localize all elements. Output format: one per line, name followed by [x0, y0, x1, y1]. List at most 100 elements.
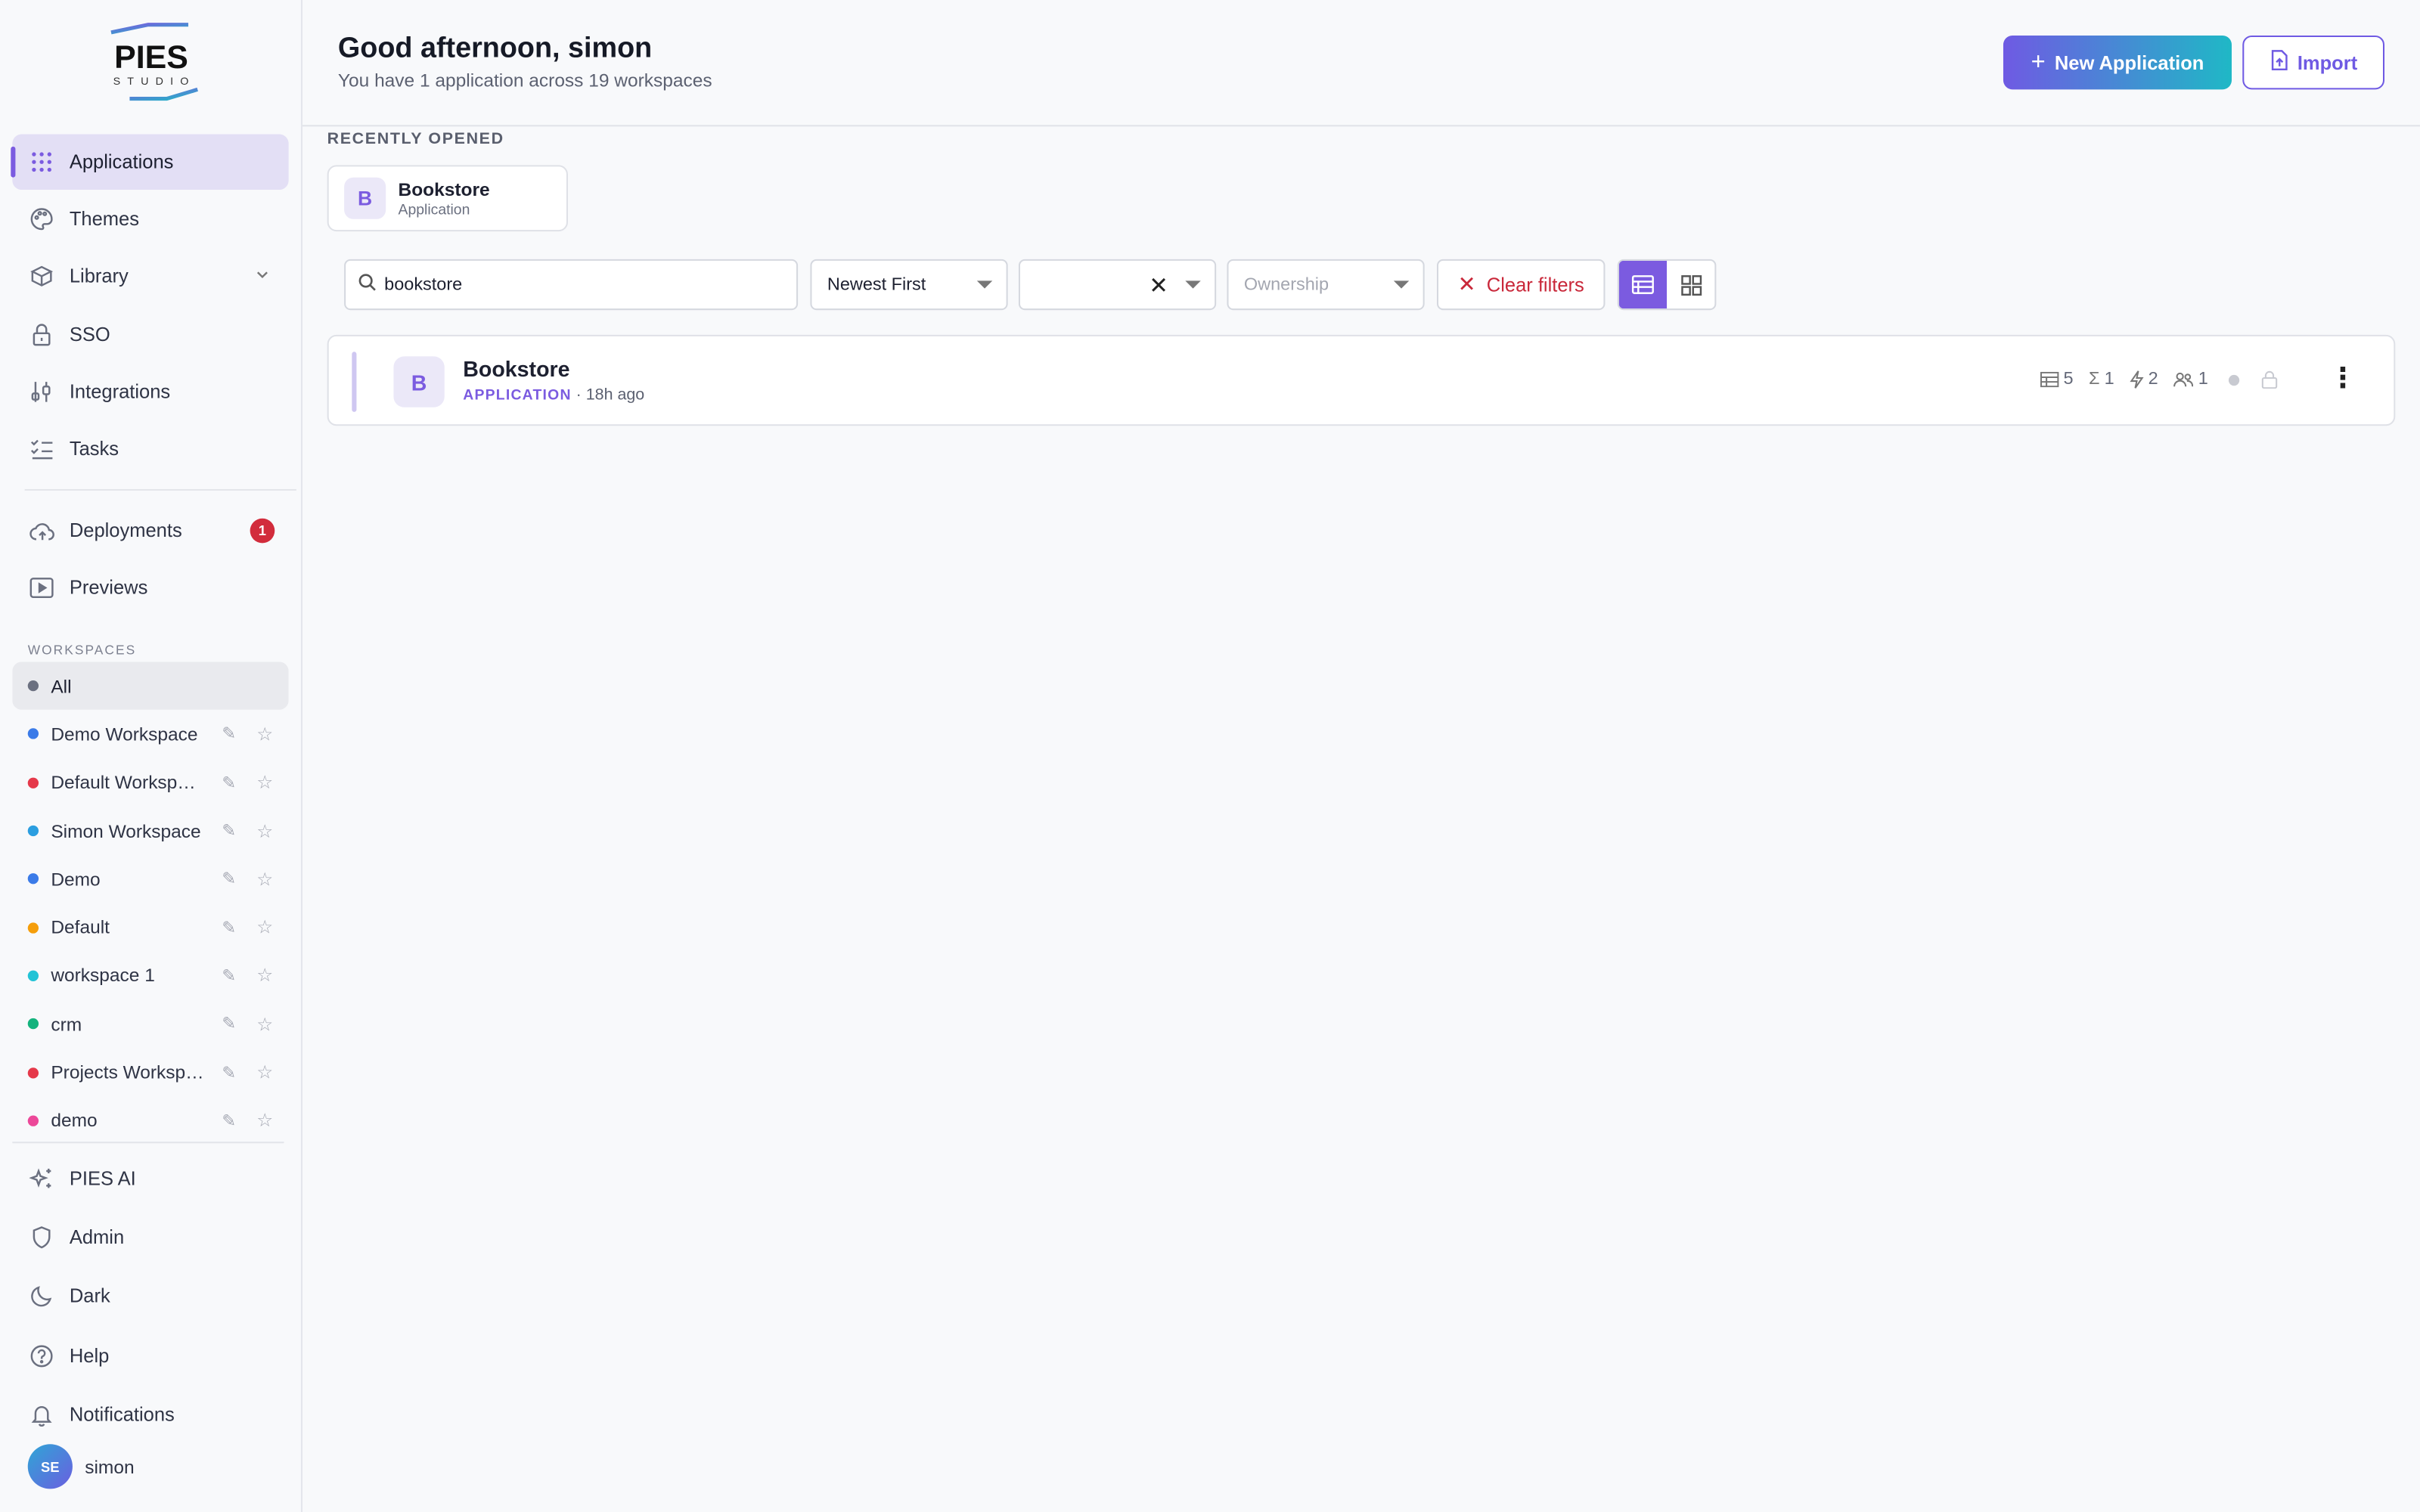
- star-icon[interactable]: ☆: [256, 820, 273, 842]
- list-view-button[interactable]: [1618, 260, 1668, 309]
- divider: [24, 488, 296, 491]
- recent-app-text: Bookstore Application: [399, 178, 490, 218]
- star-icon[interactable]: ☆: [256, 965, 273, 987]
- search-icon: [358, 271, 376, 299]
- clear-x-icon[interactable]: ✕: [1149, 271, 1168, 299]
- import-button[interactable]: Import: [2242, 35, 2385, 90]
- avatar: SE: [27, 1444, 73, 1489]
- pencil-icon[interactable]: ✎: [222, 724, 236, 744]
- user-profile[interactable]: SE simon: [27, 1444, 135, 1489]
- nav-applications[interactable]: Applications: [11, 134, 289, 191]
- workspace-color-dot: [27, 922, 39, 933]
- nav-previews[interactable]: Previews: [12, 560, 288, 615]
- stat-value: 5: [2063, 370, 2074, 389]
- workspace-color-dot: [27, 1115, 39, 1126]
- workspace-item[interactable]: demo ✎ ☆: [12, 1096, 288, 1131]
- workspace-name: Default: [51, 916, 110, 939]
- pencil-icon[interactable]: ✎: [222, 965, 236, 985]
- nav-label: Applications: [69, 150, 174, 173]
- workspace-item[interactable]: Default Workspace ✎ ☆: [12, 758, 288, 807]
- nav-library[interactable]: Library: [12, 249, 288, 304]
- workspace-item[interactable]: Projects Workspace ✎ ☆: [12, 1048, 288, 1096]
- preview-icon: [28, 574, 56, 602]
- workspace-item[interactable]: crm ✎ ☆: [12, 1000, 288, 1049]
- nav-label: Dark: [69, 1285, 110, 1308]
- pencil-icon[interactable]: ✎: [222, 1111, 236, 1130]
- chevron-down-icon[interactable]: [255, 266, 270, 288]
- recent-app-type: Application: [398, 201, 470, 218]
- main-content: Good afternoon, simon You have 1 applica…: [302, 0, 2420, 1512]
- view-toggle: [1617, 259, 1717, 311]
- workspace-color-dot: [27, 825, 39, 837]
- palette-icon: [28, 206, 56, 234]
- nav-admin[interactable]: Admin: [12, 1209, 288, 1266]
- pencil-icon[interactable]: ✎: [222, 821, 236, 841]
- workspace-name: demo: [51, 1109, 98, 1131]
- nav-notifications[interactable]: Notifications: [12, 1387, 288, 1444]
- workspace-item[interactable]: Default ✎ ☆: [12, 903, 288, 952]
- application-row[interactable]: B Bookstore APPLICATION · 18h ago 5 Σ 1 …: [327, 334, 2396, 426]
- stat-users: 1: [2173, 370, 2208, 389]
- nav-label: Integrations: [69, 380, 171, 403]
- new-application-button[interactable]: + New Application: [2003, 35, 2232, 90]
- users-icon: [2173, 372, 2194, 387]
- workspace-color-dot: [27, 970, 39, 981]
- star-icon[interactable]: ☆: [256, 772, 273, 794]
- sparkle-icon: [28, 1164, 56, 1192]
- star-icon[interactable]: ☆: [256, 723, 273, 745]
- sort-select[interactable]: Newest First: [810, 259, 1008, 311]
- pencil-icon[interactable]: ✎: [222, 1062, 236, 1082]
- app-name[interactable]: Bookstore: [463, 356, 569, 381]
- ownership-select[interactable]: Ownership: [1227, 259, 1425, 311]
- lock-icon: [28, 321, 56, 349]
- workspace-item-all[interactable]: All: [12, 662, 289, 711]
- nav-label: Tasks: [69, 438, 119, 460]
- workspace-item[interactable]: Simon Workspace ✎ ☆: [12, 807, 288, 855]
- moon-icon: [28, 1283, 56, 1311]
- nav-integrations[interactable]: Integrations: [12, 364, 288, 419]
- app-stats: 5 Σ 1 2 1: [2040, 370, 2278, 389]
- nav-tasks[interactable]: Tasks: [12, 421, 288, 476]
- workspace-color-dot: [27, 680, 39, 692]
- recent-app-card[interactable]: B Bookstore Application: [327, 165, 569, 232]
- app-type: APPLICATION: [463, 387, 572, 404]
- pencil-icon[interactable]: ✎: [222, 1014, 236, 1033]
- workspaces-heading: WORKSPACES: [27, 641, 137, 658]
- workspace-name: Default Workspace: [51, 771, 206, 794]
- nav-pies-ai[interactable]: PIES AI: [12, 1149, 288, 1207]
- star-icon[interactable]: ☆: [256, 1013, 273, 1035]
- lock-icon: [2261, 370, 2277, 389]
- stat-value: 2: [2148, 370, 2158, 389]
- workspace-filter-select[interactable]: ✕: [1018, 259, 1217, 311]
- clear-filters-button[interactable]: ✕ Clear filters: [1436, 259, 1606, 311]
- pencil-icon[interactable]: ✎: [222, 918, 236, 937]
- pencil-icon[interactable]: ✎: [222, 869, 236, 889]
- star-icon[interactable]: ☆: [256, 916, 273, 938]
- nav-dark-mode[interactable]: Dark: [12, 1268, 288, 1325]
- pies-studio-logo[interactable]: PIES STUDIO: [96, 22, 207, 105]
- tasks-icon: [28, 435, 56, 463]
- nav-sso[interactable]: SSO: [12, 306, 288, 361]
- workspace-item[interactable]: workspace 1 ✎ ☆: [12, 952, 288, 1000]
- nav-themes[interactable]: Themes: [12, 191, 288, 246]
- more-options-icon[interactable]: ⋮: [2329, 364, 2357, 392]
- nav-label: PIES AI: [69, 1167, 136, 1189]
- workspace-name: All: [51, 675, 72, 697]
- nav-help[interactable]: Help: [12, 1327, 288, 1384]
- star-icon[interactable]: ☆: [256, 1061, 273, 1083]
- nav-label: Admin: [69, 1226, 125, 1248]
- nav-deployments[interactable]: Deployments 1: [12, 503, 288, 558]
- app-root: PIES STUDIO Applications Themes Library …: [0, 0, 2420, 1512]
- search-input[interactable]: [384, 275, 755, 294]
- workspace-item[interactable]: Demo ✎ ☆: [12, 855, 288, 903]
- workspace-name: Demo: [51, 868, 101, 891]
- recently-opened-heading: RECENTLY OPENED: [327, 129, 504, 148]
- star-icon[interactable]: ☆: [256, 1110, 273, 1131]
- page-header: Good afternoon, simon You have 1 applica…: [302, 0, 2420, 127]
- workspace-item[interactable]: Demo Workspace ✎ ☆: [12, 710, 288, 758]
- search-box[interactable]: [344, 259, 799, 311]
- star-icon[interactable]: ☆: [256, 869, 273, 891]
- pencil-icon[interactable]: ✎: [222, 773, 236, 792]
- grid-view-button[interactable]: [1667, 261, 1714, 308]
- recent-app-name: Bookstore: [398, 178, 490, 200]
